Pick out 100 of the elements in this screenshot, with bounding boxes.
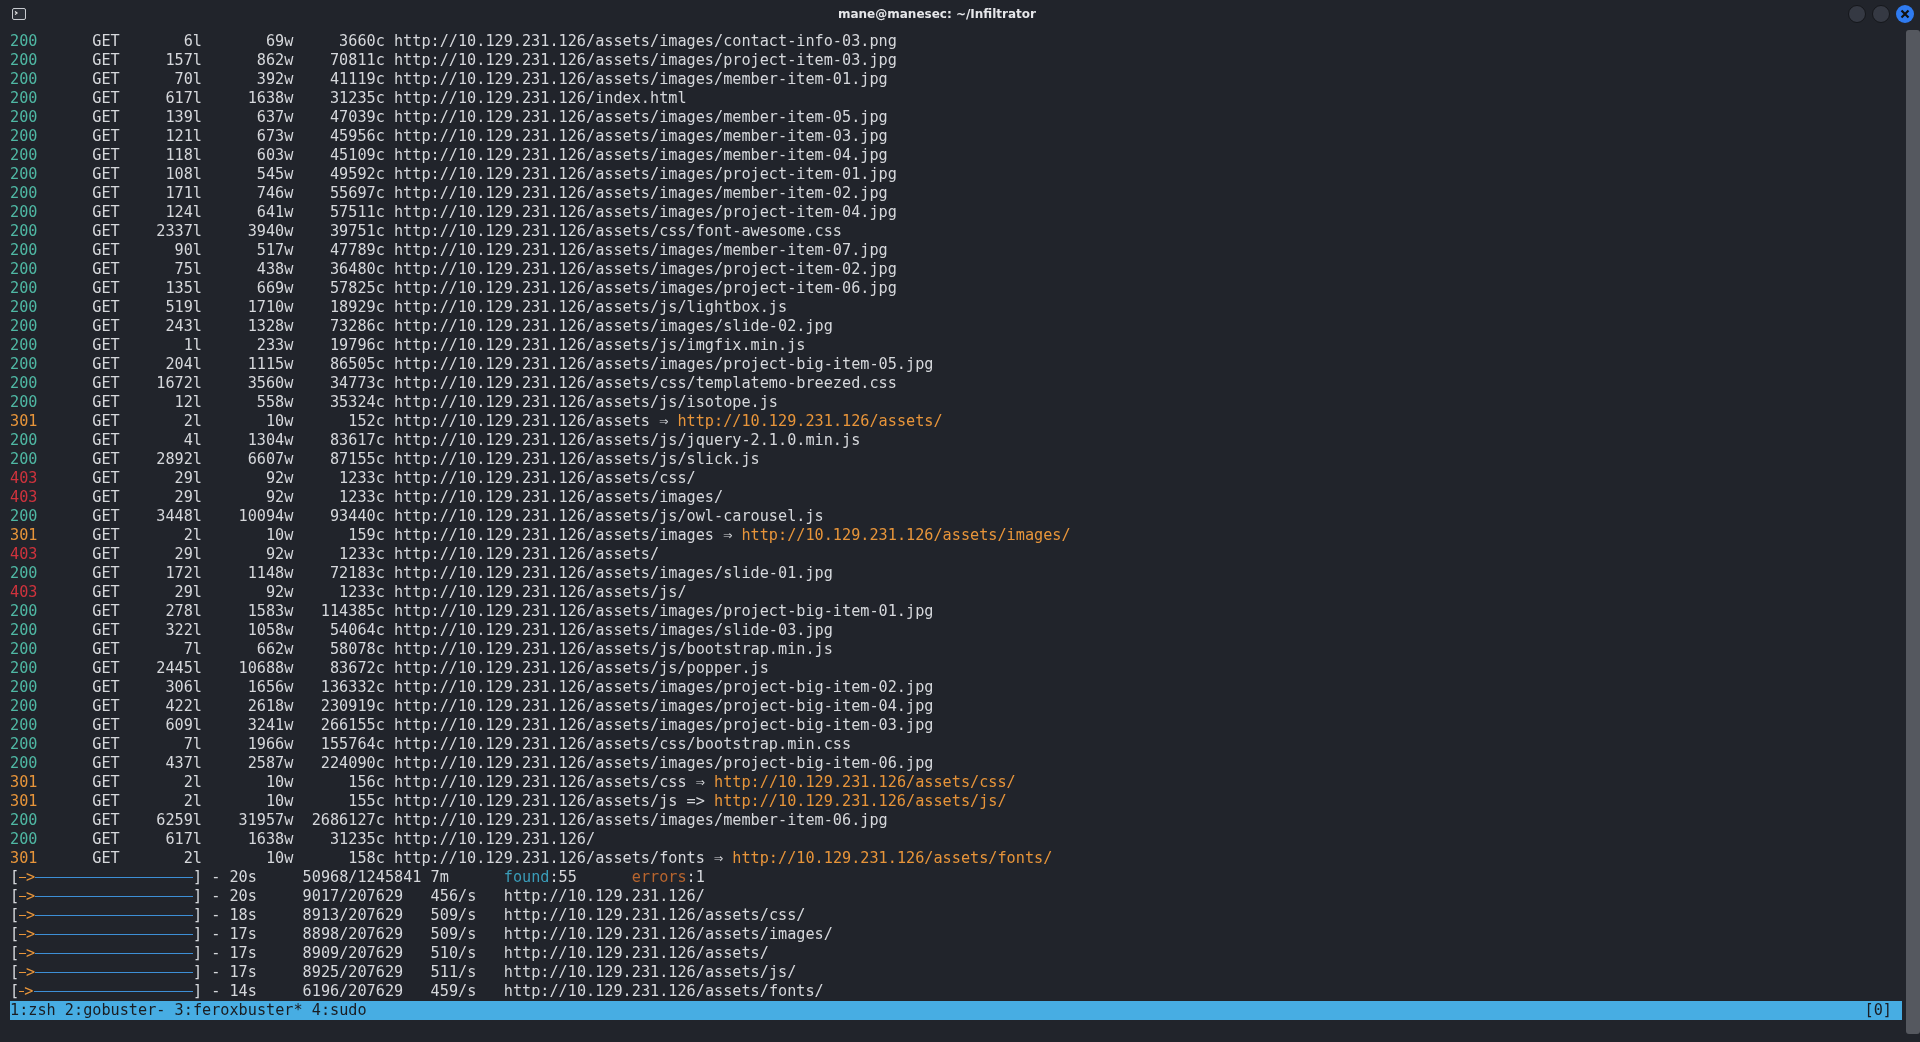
http-method: GET: [92, 260, 120, 279]
word-count: 662w: [255, 640, 294, 659]
status-code: 403: [10, 583, 39, 602]
char-count: 41119c: [328, 70, 385, 89]
request-rate: 510/s: [430, 944, 478, 963]
http-method: GET: [92, 165, 120, 184]
http-method: GET: [92, 51, 120, 70]
url-text: http://10.129.231.126/assets/css/templatemo-breezed.css: [393, 374, 897, 392]
http-method: GET: [92, 298, 120, 317]
char-count: 45109c: [328, 146, 385, 165]
word-count: 31957w: [237, 811, 294, 830]
url-text: http://10.129.231.126/assets/: [503, 944, 769, 963]
status-code: 200: [10, 298, 39, 317]
status-code: 200: [10, 165, 39, 184]
bracket: ]: [192, 868, 203, 887]
redirect-arrow: ⇒: [723, 526, 733, 544]
status-code: 301: [10, 849, 39, 868]
word-count: 233w: [255, 336, 294, 355]
http-method: GET: [92, 526, 120, 545]
scrollbar-thumb[interactable]: [1906, 30, 1920, 1034]
url-text: http://10.129.231.126/assets/images: [393, 526, 714, 544]
line-count: 121l: [164, 127, 202, 146]
line-count: 2l: [182, 526, 202, 545]
http-method: GET: [92, 849, 120, 868]
http-method: GET: [92, 469, 120, 488]
request-rate: 459/s: [430, 982, 478, 1001]
window-title: mane@manesec: ~/Infiltrator: [836, 7, 1037, 21]
status-code: 200: [10, 70, 39, 89]
redirect-url: http://10.129.231.126/assets/css/: [714, 773, 1016, 791]
elapsed-time: - 17s: [211, 925, 258, 944]
tmux-window-tab[interactable]: 2:gobuster-: [64, 1001, 166, 1020]
bracket: ]: [192, 963, 203, 982]
tmux-window-tab[interactable]: 1:zsh: [10, 1001, 56, 1020]
status-code: 200: [10, 697, 39, 716]
status-code: 200: [10, 51, 39, 70]
status-code: 200: [10, 184, 39, 203]
request-count: 6196/207629: [302, 982, 405, 1001]
status-code: 200: [10, 621, 39, 640]
word-count: 1058w: [246, 621, 294, 640]
line-count: 3448l: [155, 507, 202, 526]
http-method: GET: [92, 317, 120, 336]
close-button[interactable]: [1896, 5, 1914, 23]
url-text: http://10.129.231.126/assets/images/: [503, 925, 833, 944]
minimize-button[interactable]: [1848, 5, 1866, 23]
char-count: 45956c: [328, 127, 385, 146]
word-count: 3560w: [246, 374, 294, 393]
url-text: http://10.129.231.126/assets/: [393, 545, 660, 563]
http-method: GET: [92, 412, 120, 431]
session-name: [0]: [1864, 1001, 1893, 1020]
elapsed-time: - 14s: [211, 982, 258, 1001]
url-text: http://10.129.231.126/assets/images/member-item-06.jpg: [393, 811, 888, 829]
line-count: 172l: [164, 564, 202, 583]
word-count: 1656w: [246, 678, 294, 697]
status-code: 200: [10, 640, 39, 659]
request-rate: 509/s: [430, 925, 478, 944]
http-method: GET: [92, 374, 120, 393]
status-code: 200: [10, 393, 39, 412]
elapsed-time: - 20s: [211, 868, 258, 887]
bracket: [: [10, 925, 20, 944]
url-text: http://10.129.231.126/assets/js/owl-carousel.js: [393, 507, 824, 525]
url-text: http://10.129.231.126/: [393, 830, 596, 848]
maximize-button[interactable]: [1872, 5, 1890, 23]
url-text: http://10.129.231.126/assets/images/slide-01.jpg: [393, 564, 833, 582]
request-rate: 456/s: [430, 887, 478, 906]
redirect-arrow: ⇒: [714, 849, 724, 867]
line-count: 90l: [173, 241, 202, 260]
tmux-window-tab[interactable]: 3:feroxbuster*: [174, 1001, 303, 1020]
redirect-arrow: =>: [686, 792, 705, 810]
terminal-icon: [12, 8, 26, 20]
line-count: 322l: [164, 621, 202, 640]
line-count: 1672l: [155, 374, 202, 393]
url-text: http://10.129.231.126/index.html: [393, 89, 687, 107]
word-count: 746w: [255, 184, 294, 203]
redirect-url: http://10.129.231.126/assets/images/: [741, 526, 1071, 544]
status-code: 200: [10, 279, 39, 298]
url-text: http://10.129.231.126/assets/images/project-big-item-04.jpg: [393, 697, 934, 715]
status-code: 200: [10, 127, 39, 146]
bracket: ]: [192, 982, 203, 1001]
tmux-window-tab[interactable]: 4:sudo: [311, 1001, 367, 1020]
http-method: GET: [92, 336, 120, 355]
word-count: 10w: [264, 412, 294, 431]
elapsed-time: - 18s: [211, 906, 258, 925]
line-count: 7l: [182, 640, 202, 659]
http-method: GET: [92, 431, 120, 450]
request-count: 9017/207629: [302, 887, 405, 906]
word-count: 2587w: [246, 754, 294, 773]
char-count: 266155c: [319, 716, 385, 735]
char-count: 34773c: [328, 374, 385, 393]
char-count: 93440c: [328, 507, 385, 526]
progress-arrow: >: [24, 982, 34, 1001]
word-count: 1583w: [246, 602, 294, 621]
progress-arrow: >: [26, 906, 36, 925]
progress-arrow: >: [26, 963, 36, 982]
char-count: 47039c: [328, 108, 385, 127]
char-count: 47789c: [328, 241, 385, 260]
url-text: http://10.129.231.126/assets/js: [393, 792, 678, 810]
line-count: 7l: [182, 735, 202, 754]
word-count: 1638w: [246, 89, 294, 108]
char-count: 72183c: [328, 564, 385, 583]
status-code: 301: [10, 773, 39, 792]
